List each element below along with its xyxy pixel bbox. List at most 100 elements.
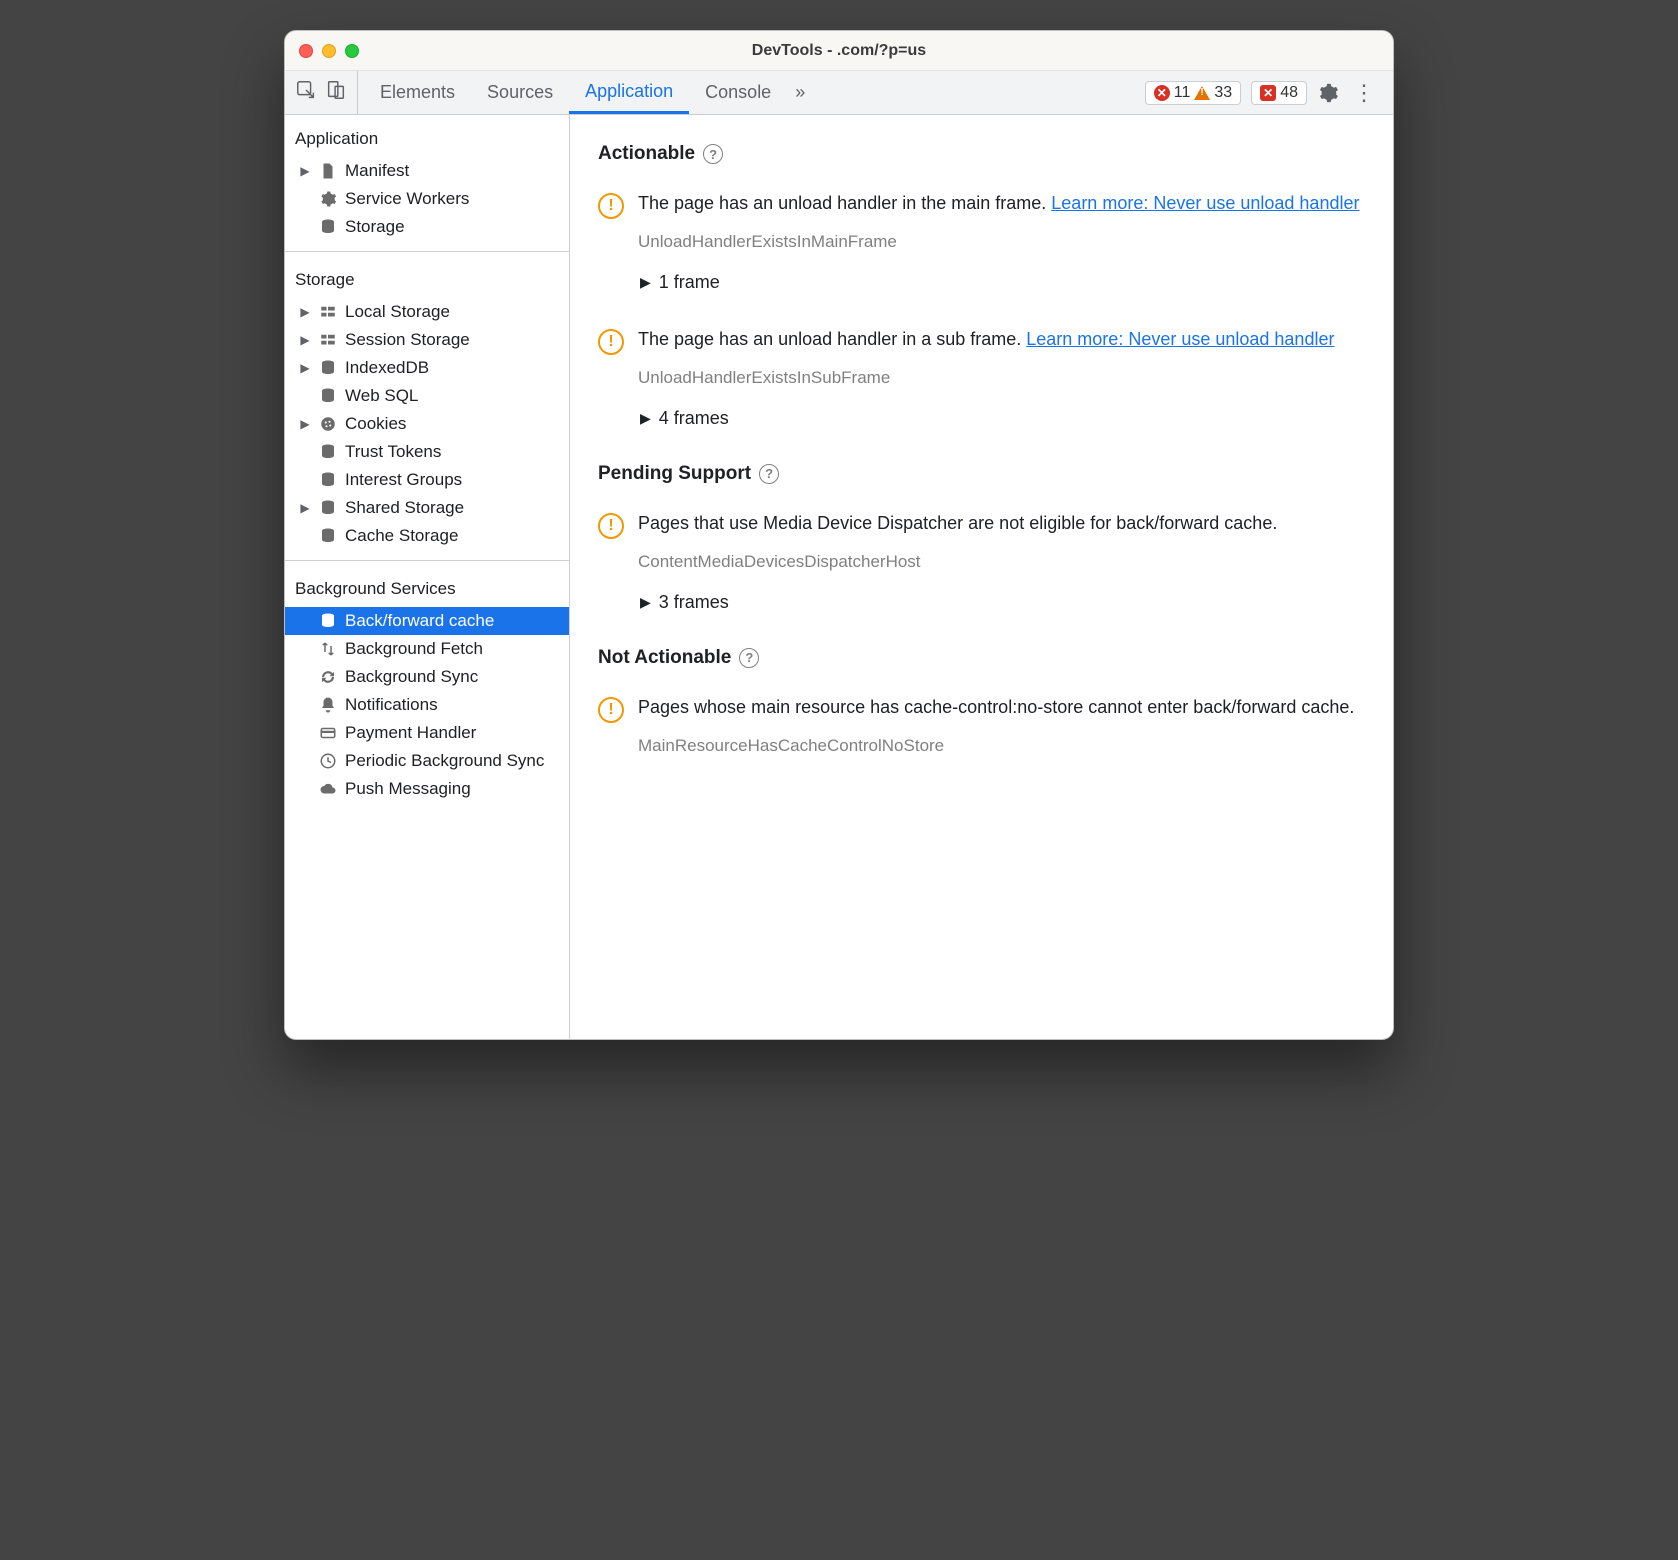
db-icon: [317, 218, 339, 236]
warning-badge-icon: !: [598, 513, 624, 539]
sidebar-item-session-storage[interactable]: ▶Session Storage: [285, 326, 569, 354]
sidebar-item-storage[interactable]: Storage: [285, 213, 569, 241]
sidebar-item-background-sync[interactable]: Background Sync: [285, 663, 569, 691]
issue-group-heading: Actionable?: [598, 143, 1371, 165]
sidebar-item-trust-tokens[interactable]: Trust Tokens: [285, 438, 569, 466]
console-status-chip[interactable]: ✕ 11 33: [1145, 81, 1241, 105]
expand-arrow-icon[interactable]: ▶: [299, 501, 311, 515]
chevron-right-icon: ▶: [640, 410, 651, 427]
sidebar-item-web-sql[interactable]: Web SQL: [285, 382, 569, 410]
sidebar-item-label: Storage: [345, 217, 405, 237]
close-icon[interactable]: [299, 44, 313, 58]
sidebar-item-shared-storage[interactable]: ▶ Shared Storage: [285, 494, 569, 522]
device-toggle-icon[interactable]: [325, 79, 347, 106]
sidebar-item-label: IndexedDB: [345, 358, 429, 378]
sidebar-item-push-messaging[interactable]: Push Messaging: [285, 775, 569, 803]
grid-icon: [317, 331, 339, 349]
devtools-window: DevTools - .com/?p=us Elements Sources A…: [284, 30, 1394, 1040]
db-icon: [317, 527, 339, 545]
frames-count: 3 frames: [659, 592, 729, 613]
expand-arrow-icon[interactable]: ▶: [299, 361, 311, 375]
settings-icon[interactable]: [1317, 82, 1339, 104]
sidebar-item-label: Shared Storage: [345, 498, 464, 518]
error-count: 11: [1174, 84, 1191, 102]
tab-console[interactable]: Console: [689, 71, 787, 114]
titlebar: DevTools - .com/?p=us: [285, 31, 1393, 71]
db-icon: [317, 387, 339, 405]
issue-code: ContentMediaDevicesDispatcherHost: [638, 550, 1277, 574]
sidebar-item-indexeddb[interactable]: ▶ IndexedDB: [285, 354, 569, 382]
issue-row: !The page has an unload handler in a sub…: [598, 327, 1371, 390]
more-tabs-icon[interactable]: »: [787, 71, 813, 114]
sidebar-item-manifest[interactable]: ▶ Manifest: [285, 157, 569, 185]
tab-application[interactable]: Application: [569, 71, 689, 114]
warning-icon: [1194, 86, 1210, 100]
panel-tabs: Elements Sources Application Console »: [364, 71, 1131, 114]
sidebar-item-cookies[interactable]: ▶Cookies: [285, 410, 569, 438]
cloud-icon: [317, 780, 339, 798]
updown-icon: [317, 640, 339, 658]
sidebar-item-periodic-background-sync[interactable]: Periodic Background Sync: [285, 747, 569, 775]
db-icon: [317, 499, 339, 517]
sidebar-item-label: Background Sync: [345, 667, 478, 687]
sidebar-item-label: Manifest: [345, 161, 409, 181]
sidebar-item-cache-storage[interactable]: Cache Storage: [285, 522, 569, 550]
db-icon: [317, 612, 339, 630]
expand-arrow-icon[interactable]: ▶: [299, 333, 311, 347]
sidebar-item-label: Back/forward cache: [345, 611, 494, 631]
issues-chip[interactable]: ✕ 48: [1251, 81, 1307, 105]
help-icon[interactable]: ?: [759, 464, 779, 484]
file-icon: [317, 162, 339, 180]
warning-count: 33: [1214, 84, 1232, 102]
issue-code: UnloadHandlerExistsInMainFrame: [638, 230, 1359, 254]
expand-arrow-icon[interactable]: ▶: [299, 305, 311, 319]
help-icon[interactable]: ?: [703, 144, 723, 164]
grid-icon: [317, 303, 339, 321]
sidebar-item-label: Periodic Background Sync: [345, 751, 544, 771]
sidebar-item-local-storage[interactable]: ▶Local Storage: [285, 298, 569, 326]
expand-arrow-icon[interactable]: ▶: [299, 164, 311, 178]
error-icon: ✕: [1154, 85, 1170, 101]
frames-disclosure[interactable]: ▶3 frames: [640, 592, 1371, 613]
inspect-icon[interactable]: [295, 79, 317, 106]
sidebar-item-payment-handler[interactable]: Payment Handler: [285, 719, 569, 747]
sidebar-item-back-forward-cache[interactable]: Back/forward cache: [285, 607, 569, 635]
window-title: DevTools - .com/?p=us: [285, 42, 1393, 60]
frames-disclosure[interactable]: ▶ 4 frames: [640, 408, 1371, 429]
frames-disclosure[interactable]: ▶ 1 frame: [640, 272, 1371, 293]
gear-icon: [317, 190, 339, 208]
issue-row: !Pages that use Media Device Dispatcher …: [598, 511, 1371, 574]
sidebar-item-service-workers[interactable]: Service Workers: [285, 185, 569, 213]
issue-group-heading: Not Actionable?: [598, 647, 1371, 669]
content: Application ▶ Manifest Service Workers Stora…: [285, 115, 1393, 1039]
zoom-icon[interactable]: [345, 44, 359, 58]
learn-more-link[interactable]: Learn more: Never use unload handler: [1026, 329, 1334, 349]
db-icon: [317, 471, 339, 489]
sidebar-item-label: Push Messaging: [345, 779, 471, 799]
frames-count: 4 frames: [659, 408, 729, 429]
chevron-right-icon: ▶: [640, 274, 651, 291]
issue-code: MainResourceHasCacheControlNoStore: [638, 734, 1354, 758]
issue-row: !Pages whose main resource has cache-con…: [598, 695, 1371, 758]
issues-icon: ✕: [1260, 85, 1276, 101]
expand-arrow-icon[interactable]: ▶: [299, 417, 311, 431]
tab-elements[interactable]: Elements: [364, 71, 471, 114]
sidebar-item-label: Interest Groups: [345, 470, 462, 490]
bell-icon: [317, 696, 339, 714]
kebab-menu-icon[interactable]: ⋮: [1349, 80, 1379, 106]
sidebar-item-interest-groups[interactable]: Interest Groups: [285, 466, 569, 494]
sidebar-section-application: Application: [285, 115, 569, 157]
issue-group-heading: Pending Support?: [598, 463, 1371, 485]
toolbar: Elements Sources Application Console » ✕…: [285, 71, 1393, 115]
frames-count: 1 frame: [659, 272, 720, 293]
learn-more-link[interactable]: Learn more: Never use unload handler: [1051, 193, 1359, 213]
sidebar-item-notifications[interactable]: Notifications: [285, 691, 569, 719]
minimize-icon[interactable]: [322, 44, 336, 58]
help-icon[interactable]: ?: [739, 648, 759, 668]
db-icon: [317, 443, 339, 461]
tab-sources[interactable]: Sources: [471, 71, 569, 114]
sidebar-item-label: Web SQL: [345, 386, 418, 406]
clock-icon: [317, 752, 339, 770]
sidebar-item-background-fetch[interactable]: Background Fetch: [285, 635, 569, 663]
issue-message: The page has an unload handler in the ma…: [638, 191, 1359, 216]
